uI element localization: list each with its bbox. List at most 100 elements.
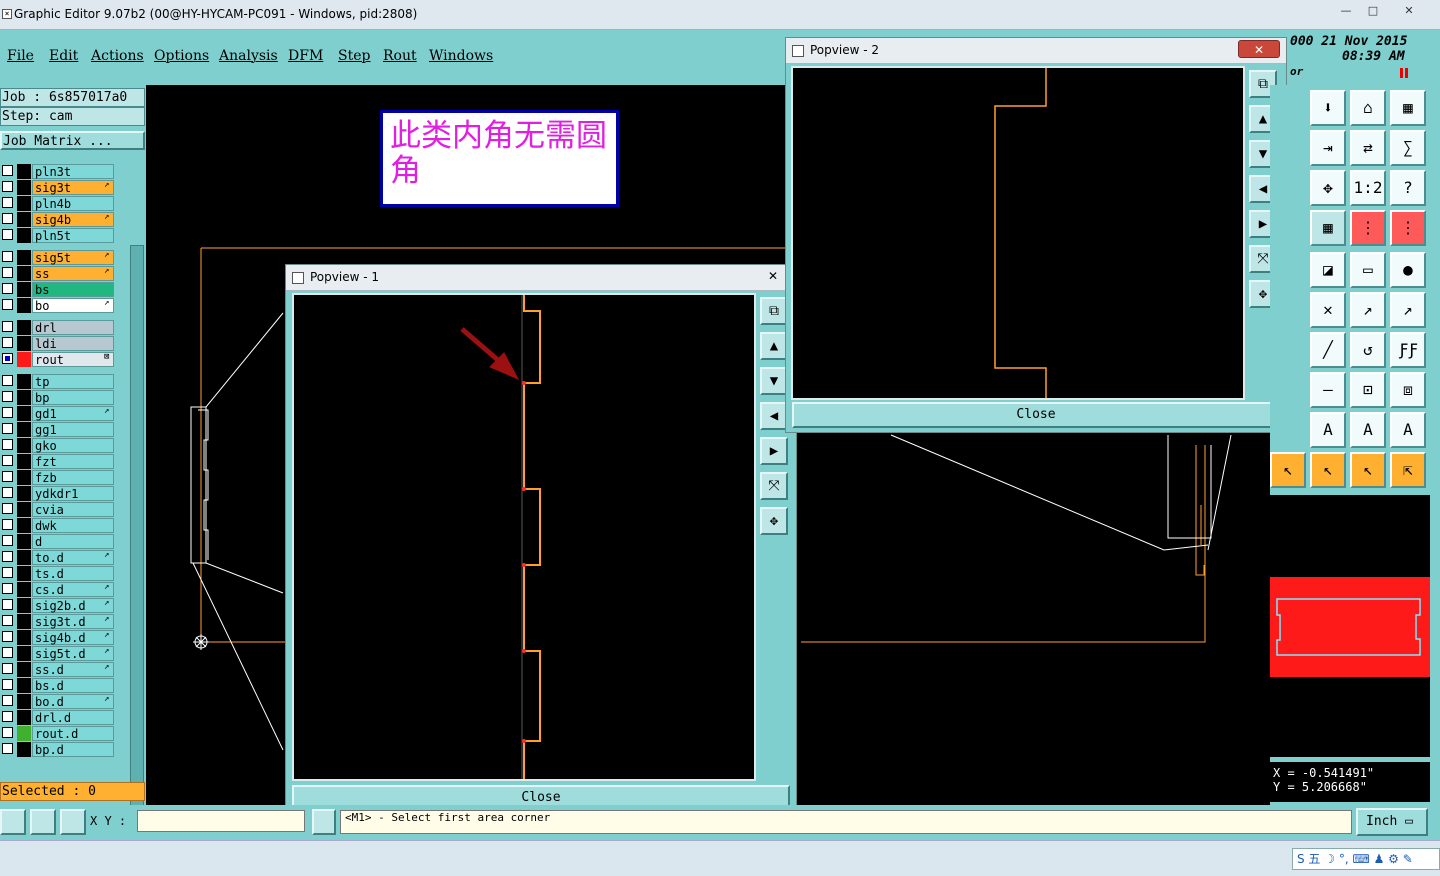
layer-name[interactable]: bo [32,298,114,313]
select-tool-icon[interactable] [0,809,26,835]
layer-name[interactable]: sig2b.d [32,598,114,613]
grid-view-icon[interactable]: ▦ [1310,210,1346,246]
layer-row[interactable]: drl.d [0,710,118,725]
layer-checkbox[interactable] [2,711,13,722]
layer-checkbox[interactable] [2,197,13,208]
job-matrix-button[interactable]: Job Matrix ... [0,131,145,150]
layer-row[interactable]: bs.d [0,678,118,693]
layer-name[interactable]: bs.d [32,678,114,693]
layer-row[interactable]: cs.d ↗ [0,582,118,597]
zoom-fit-icon[interactable]: ⤧ [760,472,788,500]
pad-icon[interactable]: ● [1390,252,1426,288]
layer-checkbox[interactable] [2,391,13,402]
minus-icon[interactable]: — [1310,372,1346,408]
layer-checkbox[interactable] [2,375,13,386]
layer-name[interactable]: sig3t [32,180,114,195]
layer-name[interactable]: pln4b [32,196,114,211]
layer-checkbox[interactable] [2,567,13,578]
layer-name[interactable]: bs [32,282,114,297]
layer-row[interactable]: d [0,534,118,549]
home-icon[interactable]: ⌂ [1350,90,1386,126]
layer-name[interactable]: gko [32,438,114,453]
route-icon[interactable]: ↗ [1390,292,1426,328]
layer-checkbox[interactable] [2,727,13,738]
layer-name[interactable]: cvia [32,502,114,517]
ruler-icon[interactable]: ▭ [1350,252,1386,288]
layer-name[interactable]: sig5t.d [32,646,114,661]
polygon-b-icon[interactable]: A [1350,412,1386,448]
layer-name[interactable]: tp [32,374,114,389]
zoom-home-icon[interactable]: ⧉ [760,297,788,325]
layer-name[interactable]: drl [32,320,114,335]
layer-checkbox[interactable] [2,679,13,690]
layer-name[interactable]: gd1 [32,406,114,421]
layer-row[interactable]: tp [0,374,118,389]
layer-name[interactable]: dwk [32,518,114,533]
pan-right-icon[interactable]: ▶ [760,437,788,465]
layer-name[interactable]: sig4b.d [32,630,114,645]
layer-row[interactable]: bp.d [0,742,118,757]
layer-name[interactable]: ss.d [32,662,114,677]
layer-row[interactable]: bo.d ↗ [0,694,118,709]
menu-actions[interactable]: Actions [91,48,144,64]
step-field[interactable]: Step: cam [0,107,145,126]
layer-name[interactable]: ts.d [32,566,114,581]
layer-checkbox[interactable] [2,229,13,240]
layer-row[interactable]: sig2b.d ↗ [0,598,118,613]
snap-icon[interactable]: ∑ [1390,130,1426,166]
job-field[interactable]: Job : 6s857017a0 [0,88,145,107]
layer-row[interactable]: bo ↗ [0,298,118,313]
draw-line-icon[interactable]: ◪ [1310,252,1346,288]
layer-row[interactable]: sig4b ↗ [0,212,118,227]
export-icon[interactable]: ⇥ [1310,130,1346,166]
layer-checkbox[interactable] [2,695,13,706]
menu-analysis[interactable]: Analysis [219,48,278,64]
layer-name[interactable]: bo.d [32,694,114,709]
help-icon[interactable]: ? [1390,170,1426,206]
polygon-a-icon[interactable]: A [1310,412,1346,448]
layer-name[interactable]: sig3t.d [32,614,114,629]
popview-2-close-x[interactable]: ✕ [1238,40,1280,58]
double-f-icon[interactable]: ƑƑ [1390,332,1426,368]
layer-checkbox[interactable] [2,743,13,754]
layer-name[interactable]: sig5t [32,250,114,265]
menu-edit[interactable]: Edit [49,48,78,64]
grid-icon[interactable]: ▦ [1390,90,1426,126]
menu-rout[interactable]: Rout [383,48,417,64]
frame-icon[interactable]: ⊡ [1350,372,1386,408]
layer-row[interactable]: fzt [0,454,118,469]
layer-row[interactable]: ss.d ↗ [0,662,118,677]
cross-icon[interactable]: ✕ [1310,292,1346,328]
layer-row[interactable]: ts.d [0,566,118,581]
layer-checkbox[interactable] [2,251,13,262]
close-window-button[interactable]: ✕ [1396,3,1422,19]
save-icon[interactable]: ⬇ [1310,90,1346,126]
layer-checkbox[interactable] [2,647,13,658]
layer-name[interactable]: ydkdr1 [32,486,114,501]
layer-row[interactable]: dwk [0,518,118,533]
layer-checkbox[interactable] [2,615,13,626]
layer-checkbox[interactable] [2,487,13,498]
layer-name[interactable]: ldi [32,336,114,351]
layer-row[interactable]: drl [0,320,118,335]
slash-icon[interactable]: ╱ [1310,332,1346,368]
scale-1-2-icon[interactable]: 1:2 [1350,170,1386,206]
layer-checkbox[interactable] [2,321,13,332]
layer-row[interactable]: pln3t [0,164,118,179]
layer-checkbox[interactable] [2,503,13,514]
layer-row[interactable]: gko [0,438,118,453]
layer-row[interactable]: gg1 [0,422,118,437]
layer-checkbox[interactable] [2,165,13,176]
layer-name[interactable]: rout.d [32,726,114,741]
layer-checkbox[interactable] [2,583,13,594]
layer-name[interactable]: fzt [32,454,114,469]
layer-row[interactable]: rout ⊠ [0,352,118,367]
overview-map[interactable] [1270,495,1430,757]
popview-2-viewport[interactable] [791,66,1245,400]
select-box-icon[interactable]: ↖ [1310,452,1346,488]
select-net-icon[interactable]: ⇱ [1390,452,1426,488]
polygon-c-icon[interactable]: A [1390,412,1426,448]
layer-checkbox[interactable] [2,283,13,294]
measure-tool-icon[interactable] [30,809,56,835]
pan-left-icon[interactable]: ◀ [760,402,788,430]
